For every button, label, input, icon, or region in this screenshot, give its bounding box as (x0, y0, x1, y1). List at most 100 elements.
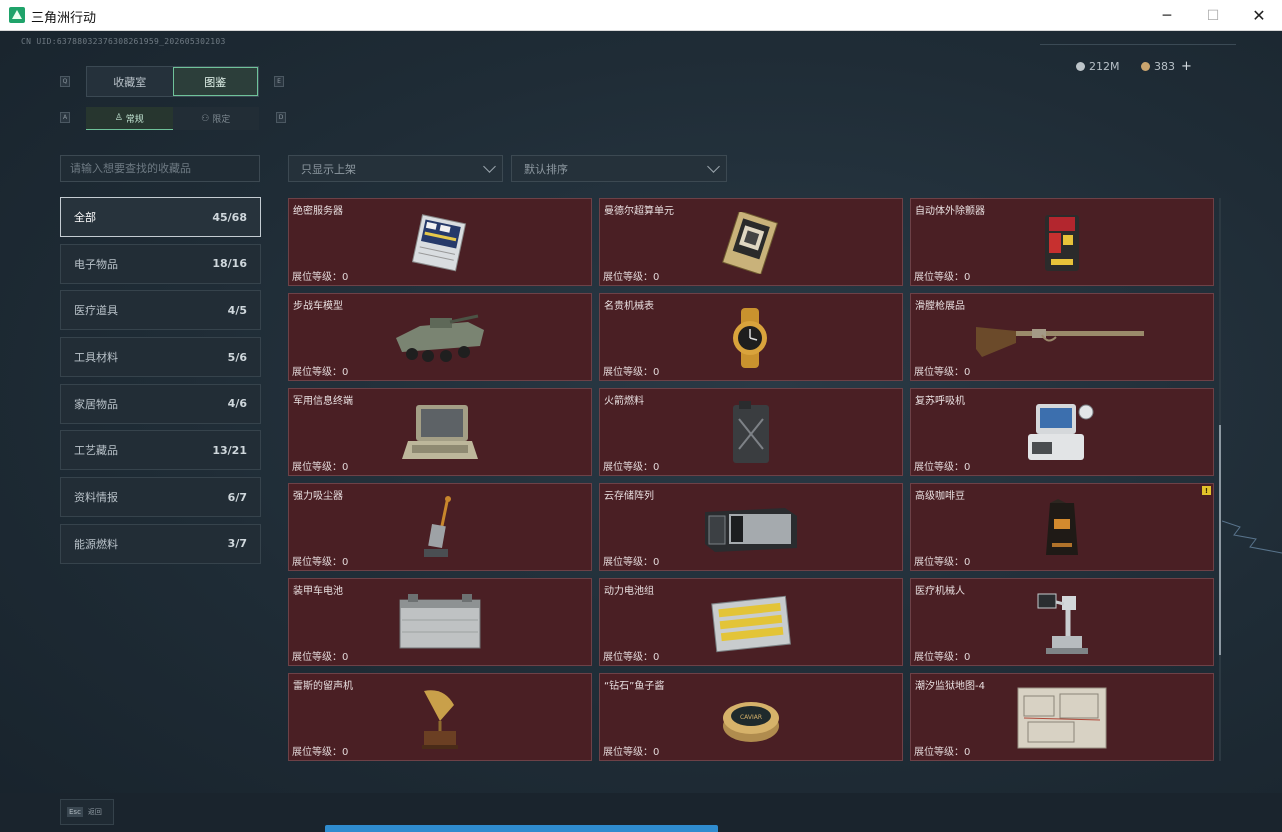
collection-card[interactable]: 自动体外除颤器 展位等级：0 (910, 198, 1214, 286)
sort-dropdown[interactable]: 默认排序 (511, 155, 727, 182)
minimize-button[interactable]: ─ (1144, 0, 1190, 31)
category-count: 4/6 (227, 397, 247, 411)
item-name: 步战车模型 (293, 301, 343, 312)
category-household[interactable]: 家居物品 4/6 (60, 383, 261, 424)
back-label: 返回 (87, 808, 102, 816)
back-button[interactable]: Esc 返回 (60, 799, 114, 825)
category-label: 电子物品 (74, 257, 118, 271)
item-name: “钻石”鱼子酱 (604, 681, 665, 692)
key-hint-q: Q (60, 76, 70, 87)
item-level: 展位等级：0 (603, 367, 660, 378)
gramophone-icon (385, 686, 495, 750)
item-level: 展位等级：0 (603, 652, 660, 663)
esc-key-icon: Esc (67, 807, 83, 817)
category-label: 全部 (74, 211, 96, 224)
collection-card[interactable]: 滑膛枪展品 展位等级：0 (910, 293, 1214, 381)
subtab-limited[interactable]: ⚇ 限定 (172, 107, 259, 130)
category-list: 全部 45/68 电子物品 18/16 医疗道具 4/5 工具材料 5/6 家居… (60, 197, 261, 571)
item-level: 展位等级：0 (914, 652, 971, 663)
sort-value: 默认排序 (524, 162, 568, 176)
item-name: 自动体外除颤器 (915, 206, 985, 217)
collection-card[interactable]: 医疗机械人 展位等级：0 (910, 578, 1214, 666)
ventilator-icon (1007, 401, 1117, 465)
item-level: 展位等级：0 (292, 462, 349, 473)
grid-scrollbar-thumb[interactable] (1219, 425, 1221, 655)
subtab-regular[interactable]: ♙ 常规 (86, 107, 173, 130)
player-uid: CN UID:6378803237630826195​9_20260530210… (21, 37, 226, 46)
item-level: 展位等级：0 (292, 747, 349, 758)
collection-card[interactable]: 火箭燃料 展位等级：0 (599, 388, 903, 476)
item-name: 潮汐监狱地图-4 (915, 681, 985, 692)
item-name: 名贵机械表 (604, 301, 654, 312)
category-count: 13/21 (212, 443, 247, 457)
key-hint-a: A (60, 112, 70, 123)
collection-card[interactable]: 装甲车电池 展位等级：0 (288, 578, 592, 666)
item-name: 装甲车电池 (293, 586, 343, 597)
collection-card[interactable]: 复苏呼吸机 展位等级：0 (910, 388, 1214, 476)
medical-robot-icon (1007, 591, 1117, 655)
tab-catalog[interactable]: 图鉴 (172, 67, 258, 96)
background-lightning-decoration (1222, 520, 1282, 554)
collection-card[interactable]: 强力吸尘器 展位等级：0 (288, 483, 592, 571)
item-name: 火箭燃料 (604, 396, 644, 407)
item-level: 展位等级：0 (914, 367, 971, 378)
collection-card[interactable]: 绝密服务器 展位等级：0 (288, 198, 592, 286)
warning-badge-icon: ! (1202, 486, 1211, 495)
item-name: 雷斯的留声机 (293, 681, 353, 692)
category-count: 6/7 (227, 490, 247, 504)
item-level: 展位等级：0 (292, 272, 349, 283)
limited-icon: ⚇ (201, 113, 210, 124)
search-input[interactable] (60, 155, 260, 182)
tab-collection-room[interactable]: 收藏室 (87, 67, 173, 96)
item-level: 展位等级：0 (914, 272, 971, 283)
collection-card[interactable]: 曼德尔超算单元 展位等级：0 (599, 198, 903, 286)
vacuum-icon (385, 496, 495, 560)
category-all[interactable]: 全部 45/68 (60, 197, 261, 237)
item-level: 展位等级：0 (603, 747, 660, 758)
add-currency-button[interactable]: + (1181, 59, 1192, 74)
collection-card[interactable]: 云存储阵列 展位等级：0 (599, 483, 903, 571)
app-logo-icon (9, 7, 25, 23)
category-energy[interactable]: 能源燃料 3/7 (60, 523, 261, 564)
collection-card[interactable]: “钻石”鱼子酱 CAVIAR 展位等级：0 (599, 673, 903, 761)
header-divider (1040, 44, 1236, 45)
collection-card[interactable]: 雷斯的留声机 展位等级：0 (288, 673, 592, 761)
collection-card[interactable]: 动力电池组 展位等级：0 (599, 578, 903, 666)
category-crafts[interactable]: 工艺藏品 13/21 (60, 430, 261, 471)
coffee-bag-icon (1007, 496, 1117, 560)
subtab-limited-label: 限定 (212, 115, 231, 125)
item-name: 绝密服务器 (293, 206, 343, 217)
category-label: 工艺藏品 (74, 444, 118, 458)
subtab-regular-label: 常规 (125, 114, 144, 125)
category-label: 医疗道具 (74, 304, 118, 318)
collection-card[interactable]: 名贵机械表 展位等级：0 (599, 293, 903, 381)
category-label: 资料情报 (74, 491, 118, 505)
collection-card[interactable]: 潮汐监狱地图-4 展位等级：0 (910, 673, 1214, 761)
fuel-can-icon (696, 401, 806, 465)
category-medical[interactable]: 医疗道具 4/5 (60, 290, 261, 331)
category-tools[interactable]: 工具材料 5/6 (60, 337, 261, 378)
gold-coin-icon (1141, 61, 1150, 71)
item-name: 云存储阵列 (604, 491, 654, 502)
maximize-button[interactable]: ☐ (1190, 0, 1236, 31)
close-button[interactable]: ✕ (1236, 0, 1282, 31)
item-level: 展位等级：0 (603, 557, 660, 568)
shelf-filter-dropdown[interactable]: 只显示上架 (288, 155, 503, 182)
caviar-tin-icon: CAVIAR (696, 686, 806, 750)
collection-card[interactable]: 高级咖啡豆 ! 展位等级：0 (910, 483, 1214, 571)
map-icon (1007, 686, 1117, 750)
chevron-down-icon (707, 160, 720, 173)
item-level: 展位等级：0 (292, 557, 349, 568)
sub-tabs: ♙ 常规 ⚇ 限定 (86, 107, 259, 130)
currency-silver-value: 212M (1089, 59, 1120, 73)
currency-gold: 383 + (1141, 58, 1192, 74)
item-name: 强力吸尘器 (293, 491, 343, 502)
currency-gold-value: 383 (1154, 59, 1175, 73)
category-intel[interactable]: 资料情报 6/7 (60, 477, 261, 518)
collection-card[interactable]: 军用信息终端 展位等级：0 (288, 388, 592, 476)
item-name: 曼德尔超算单元 (604, 206, 674, 217)
item-name: 高级咖啡豆 (915, 491, 965, 502)
collection-card[interactable]: 步战车模型 展位等级：0 (288, 293, 592, 381)
category-electronics[interactable]: 电子物品 18/16 (60, 243, 261, 284)
category-label: 家居物品 (74, 397, 118, 411)
